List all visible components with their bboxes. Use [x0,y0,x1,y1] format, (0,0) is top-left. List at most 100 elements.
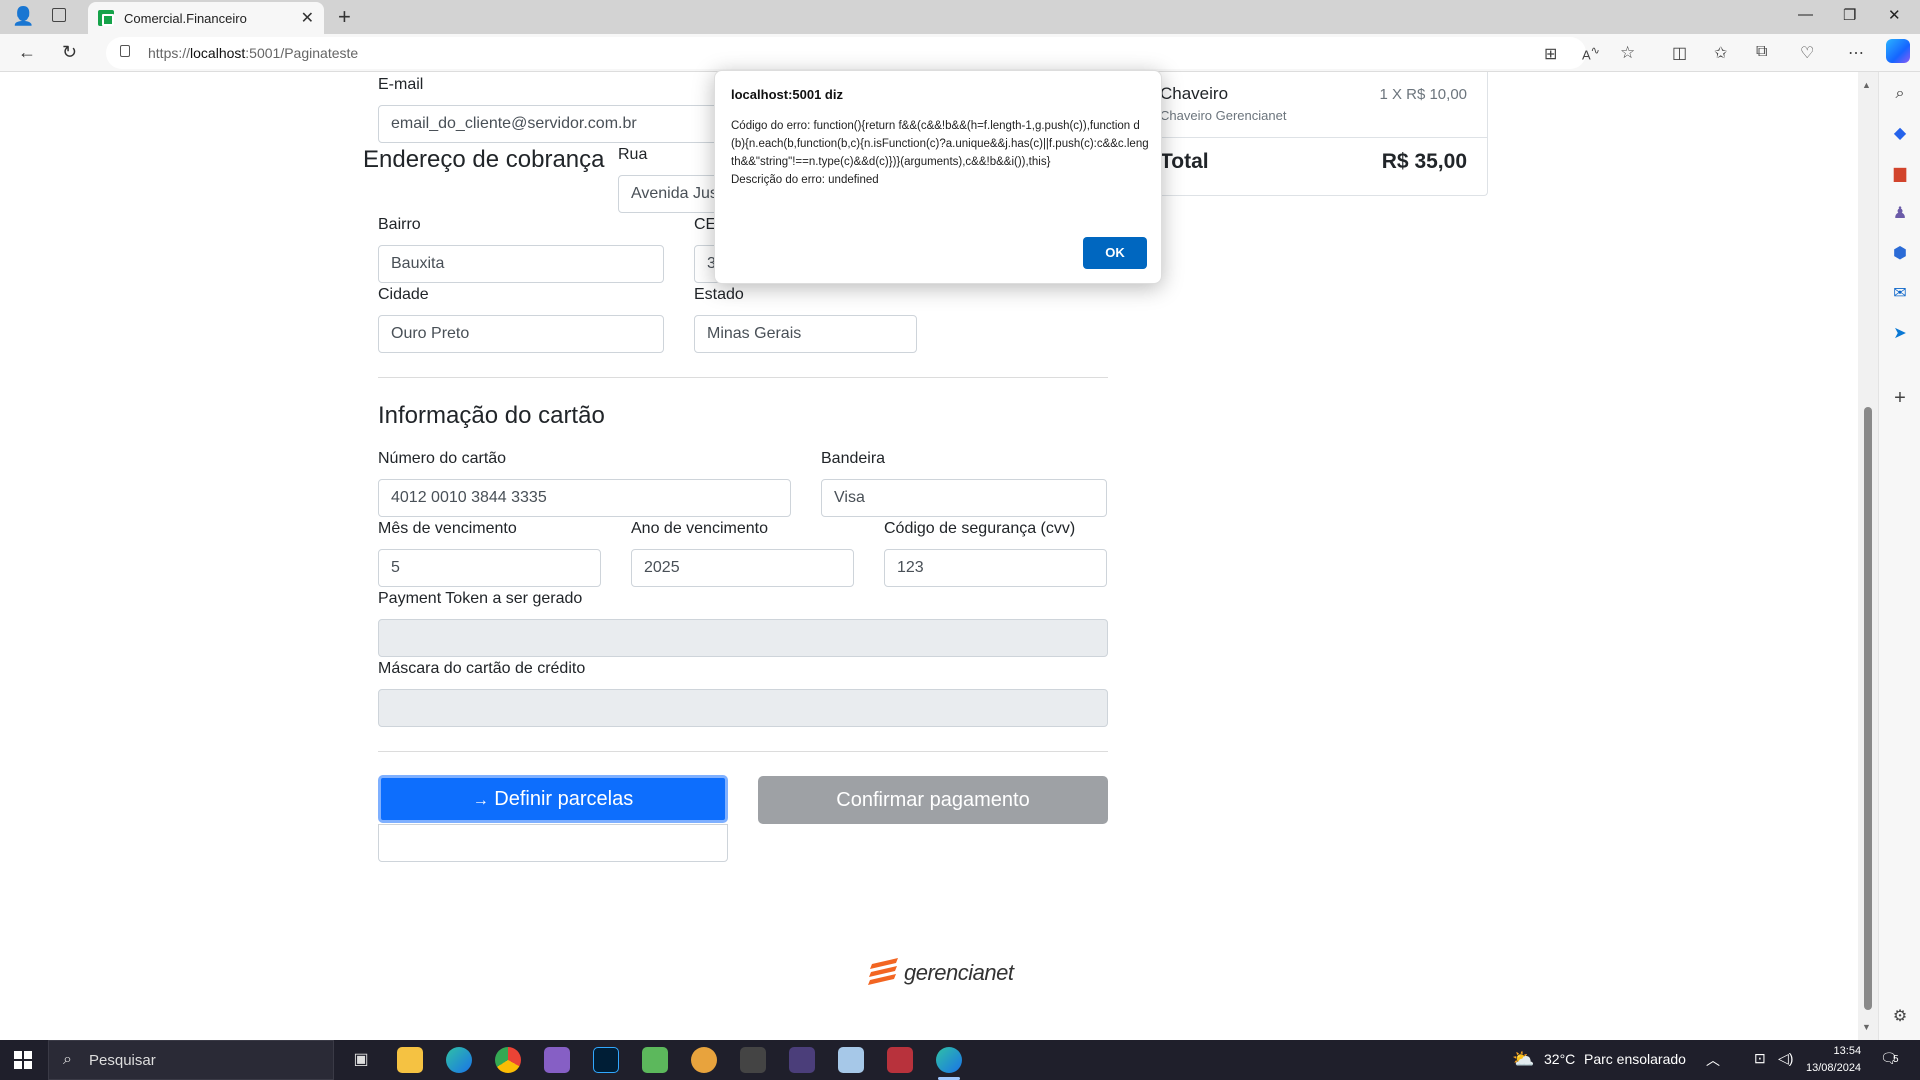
card-mask-field [378,689,1108,727]
sql-server-icon[interactable] [740,1047,766,1073]
tools-icon[interactable]: ▆ [1890,164,1910,184]
card-number-label: Número do cartão [378,450,507,467]
exp-year-field[interactable]: 2025 [631,549,854,587]
windows-start-icon[interactable] [14,1051,32,1069]
taskbar-search[interactable]: ⌕ Pesquisar [48,1040,334,1080]
collections-icon[interactable]: ⧉ [1756,43,1767,61]
restore-icon[interactable]: ❐ [1843,6,1856,24]
city-field[interactable]: Ouro Preto [378,315,664,353]
edge-active-icon[interactable] [936,1047,962,1073]
state-field[interactable]: Minas Gerais [694,315,917,353]
scroll-up-icon[interactable]: ▲ [1862,80,1871,90]
weather-temperature[interactable]: 32°C [1544,1051,1575,1067]
brand-label: Bandeira [821,450,886,467]
more-menu-icon[interactable]: ⋯ [1848,43,1864,63]
app-available-icon[interactable]: ⊞ [1544,44,1557,64]
site-favicon-icon [98,10,114,26]
tab-comercial-financeiro[interactable]: Comercial.Financeiro ✕ [88,2,324,34]
split-screen-icon[interactable]: ◫ [1672,43,1687,63]
volume-icon[interactable]: ◁) [1778,1050,1793,1067]
new-tab-icon[interactable]: + [338,4,351,30]
card-mask-label: Máscara do cartão de crédito [378,660,586,677]
games-icon[interactable]: ♟ [1890,204,1910,224]
url-field[interactable]: https://localhost:5001/Paginateste ⊞ A∿ … [106,37,1635,69]
notepad-plus-icon[interactable] [642,1047,668,1073]
tab-close-icon[interactable]: ✕ [301,8,314,28]
settings-gear-icon[interactable]: ⚙ [1890,1007,1910,1027]
favorite-star-icon[interactable]: ☆ [1620,43,1635,63]
zip-label: CE [694,216,717,233]
winrar-icon[interactable] [887,1047,913,1073]
scroll-down-icon[interactable]: ▼ [1862,1022,1871,1032]
cart-summary: Chaveiro Chaveiro Gerencianet 1 X R$ 10,… [1130,72,1488,196]
scrollbar-thumb[interactable] [1864,407,1872,1010]
email-field[interactable]: email_do_cliente@servidor.com.br [378,105,758,143]
refresh-icon[interactable]: ↻ [62,42,77,63]
java-app-icon[interactable] [691,1047,717,1073]
neighborhood-label: Bairro [378,216,421,233]
brand-field[interactable]: Visa [821,479,1107,517]
task-view-icon[interactable]: ▣ [348,1047,374,1073]
add-sidebar-icon[interactable]: + [1890,388,1910,408]
billing-address-heading: Endereço de cobrança [363,146,605,173]
edge-sidebar: ⌕ ◆ ▆ ♟ ⬢ ✉ ➤ + ⚙ [1878,72,1920,1040]
terminal-icon[interactable] [789,1047,815,1073]
cvv-label: Código de segurança (cvv) [884,520,1076,537]
shopping-tag-icon[interactable]: ◆ [1890,124,1910,144]
cart-item-quantity: 1 X R$ 10,00 [1379,86,1467,103]
taskbar-clock[interactable]: 13:54 13/08/2024 [1806,1043,1861,1077]
taskbar-search-placeholder: Pesquisar [89,1052,156,1069]
microsoft-365-icon[interactable]: ⬢ [1890,244,1910,264]
gerencianet-logo: gerencianet [868,956,1014,990]
divider [378,377,1108,378]
tab-title: Comercial.Financeiro [124,11,247,26]
tab-actions-icon[interactable] [52,8,66,22]
notes-icon[interactable] [838,1047,864,1073]
search-icon[interactable]: ⌕ [1890,84,1910,104]
cart-total-value: R$ 35,00 [1381,150,1467,173]
read-aloud-icon[interactable]: A∿ [1582,44,1600,62]
edge-icon[interactable] [446,1047,472,1073]
send-icon[interactable]: ➤ [1890,324,1910,344]
outlook-icon[interactable]: ✉ [1890,284,1910,304]
weather-icon[interactable]: ⛅ [1512,1049,1534,1070]
copilot-icon[interactable] [1886,39,1910,63]
close-window-icon[interactable]: ✕ [1888,6,1901,24]
browser-essentials-icon[interactable]: ♡ [1800,43,1814,63]
windows-taskbar: ⌕ Pesquisar ▣ ⛅ 32°C Parc ensolarado ︿ ⊡… [0,1040,1920,1080]
back-icon[interactable]: ← [18,42,36,63]
address-bar-row: ← ↻ https://localhost:5001/Paginateste ⊞… [0,34,1920,72]
dialog-ok-button[interactable]: OK [1083,237,1147,269]
confirm-payment-button[interactable]: Confirmar pagamento [758,776,1108,824]
tray-chevron-icon[interactable]: ︿ [1706,1050,1720,1070]
clock-time: 13:54 [1833,1045,1862,1057]
exp-year-label: Ano de vencimento [631,520,768,537]
notification-count: 5 [1893,1054,1899,1065]
state-label: Estado [694,286,744,303]
browser-tab-bar: 👤 Comercial.Financeiro ✕ + — ❐ ✕ [0,0,1920,34]
search-icon: ⌕ [63,1051,72,1068]
cvv-field[interactable]: 123 [884,549,1107,587]
photoshop-icon[interactable] [593,1047,619,1073]
page-scrollbar[interactable]: ▲ ▼ [1858,72,1878,1040]
lock-icon [120,45,130,57]
gerencianet-logo-text: gerencianet [904,960,1014,985]
visual-studio-icon[interactable] [544,1047,570,1073]
profile-icon[interactable]: 👤 [12,6,34,27]
cart-item-name: Chaveiro [1160,84,1229,103]
chrome-icon[interactable] [495,1047,521,1073]
file-explorer-icon[interactable] [397,1047,423,1073]
url-text: https://localhost:5001/Paginateste [148,45,359,61]
cart-item-description: Chaveiro Gerencianet [1160,108,1287,123]
network-icon[interactable]: ⊡ [1754,1050,1766,1067]
street-label: Rua [618,146,648,163]
email-label: E-mail [378,76,424,93]
card-number-field[interactable]: 4012 0010 3844 3335 [378,479,791,517]
weather-description[interactable]: Parc ensolarado [1584,1051,1686,1067]
exp-month-field[interactable]: 5 [378,549,601,587]
define-installments-button[interactable]: → Definir parcelas [378,775,728,823]
minimize-icon[interactable]: — [1798,6,1813,23]
favorites-icon[interactable]: ✩ [1714,43,1727,63]
neighborhood-field[interactable]: Bauxita [378,245,664,283]
cart-total-label: Total [1160,150,1209,173]
